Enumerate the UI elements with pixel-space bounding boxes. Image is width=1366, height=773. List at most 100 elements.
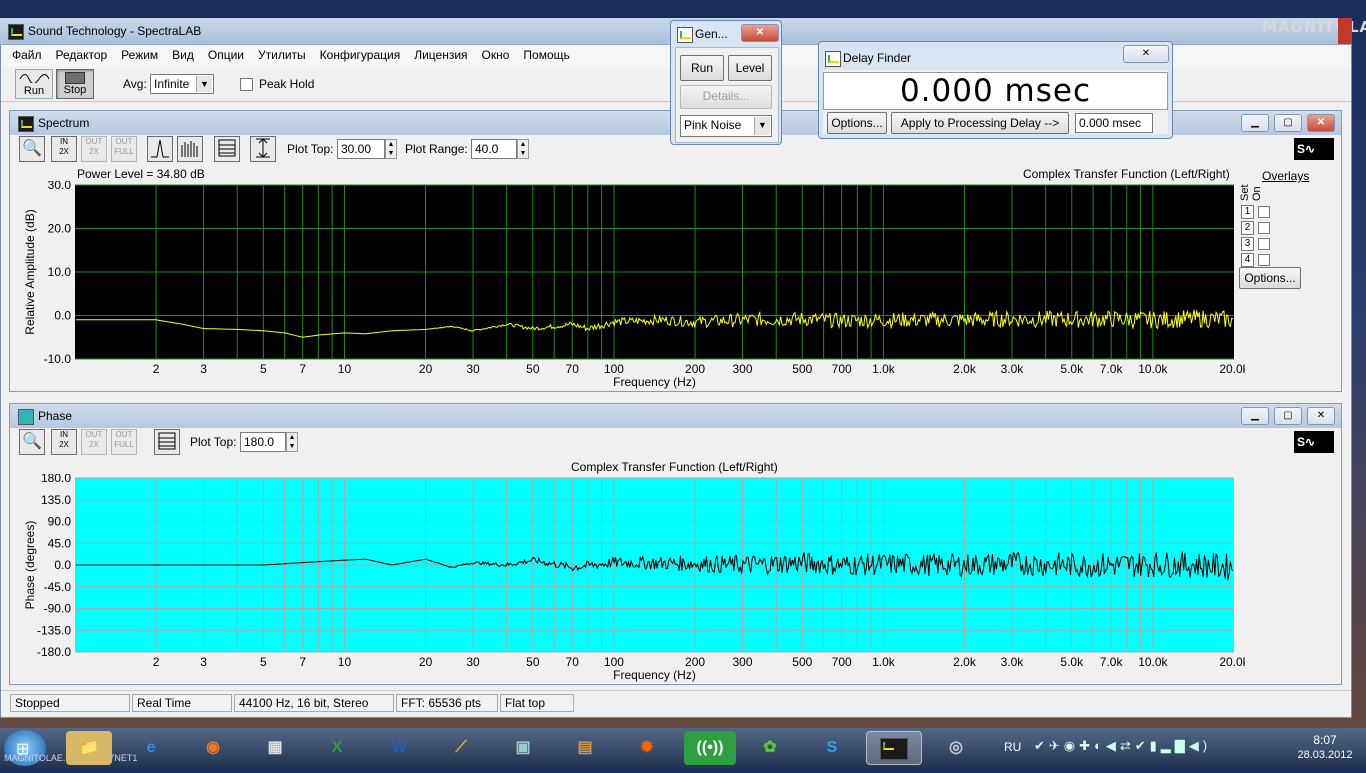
overlay-on-checkbox[interactable] — [1258, 222, 1270, 234]
maximize-button[interactable]: ▢ — [1274, 407, 1302, 425]
zoom-in-2x-button[interactable]: IN 2X — [51, 136, 77, 162]
explorer-taskbar-icon[interactable]: 📁 — [66, 731, 112, 765]
bar-plot-button[interactable] — [177, 136, 203, 162]
spectrum-title: Spectrum — [38, 116, 90, 130]
delay-finder-title: Delay Finder — [843, 51, 912, 65]
menu-item[interactable]: Редактор — [49, 45, 115, 65]
overlay-on-checkbox[interactable] — [1258, 254, 1270, 266]
apply-delay-button[interactable]: Apply to Processing Delay --> — [891, 112, 1069, 134]
tray-icons[interactable]: ✔✈◉✚◐◀⇄✔▮▂▇◀) — [1034, 738, 1254, 758]
x-tick-label: 2 — [153, 362, 160, 376]
y-tick-label: 10.0 — [48, 265, 72, 279]
x-tick-label: 3 — [200, 362, 207, 376]
delay-value-field[interactable]: 0.000 msec — [1075, 113, 1153, 133]
close-button[interactable]: ✕ — [1123, 45, 1169, 63]
menu-item[interactable]: Конфигурация — [313, 45, 408, 65]
phase-window: Phase ▁ ▢ ✕ 🔍 IN 2X OUT 2X OUT FULL Plot To… — [9, 403, 1342, 685]
chevron-down-icon: ▼ — [196, 76, 212, 92]
close-button[interactable]: ✕ — [741, 24, 779, 42]
fire-taskbar-icon[interactable]: ✹ — [624, 731, 670, 765]
overlays-label: Overlays — [1262, 169, 1310, 183]
firefox-taskbar-icon[interactable]: ◉ — [190, 731, 236, 765]
network-taskbar-icon[interactable]: ((•)) — [684, 731, 736, 765]
overlay-on-checkbox[interactable] — [1258, 238, 1270, 250]
plot-top-input[interactable]: 180.0 — [240, 432, 286, 452]
spectralab-taskbar-icon[interactable] — [866, 731, 922, 765]
clock-date[interactable]: 28.03.2012 — [1294, 749, 1356, 761]
menu-item[interactable]: Файл — [5, 45, 49, 65]
close-button[interactable]: ✕ — [1307, 407, 1335, 425]
menu-item[interactable]: Лицензия — [407, 45, 474, 65]
plot-range-input[interactable]: 40.0 — [471, 139, 517, 159]
plot-range-spinner[interactable]: ▲ ▼ — [517, 139, 529, 159]
overlay-set-button[interactable]: 3 — [1241, 237, 1254, 251]
generator-run-button[interactable]: Run — [680, 55, 724, 81]
generator-signal-select[interactable]: Pink Noise ▼ — [680, 115, 772, 137]
calculator-taskbar-icon[interactable]: ▦ — [252, 731, 298, 765]
plot-top-spinner[interactable]: ▲ ▼ — [286, 432, 298, 452]
taskbar: ⊞ MAGNITOLAE.OT.OI.RU17NET1 📁 e ◉ ▦ X W … — [0, 728, 1366, 768]
overlay-set-button[interactable]: 4 — [1241, 253, 1254, 267]
table-view-button[interactable] — [154, 429, 180, 455]
word-taskbar-icon[interactable]: W — [376, 731, 422, 765]
ie-taskbar-icon[interactable]: e — [128, 731, 174, 765]
x-tick-label: 7.0k — [1100, 362, 1124, 376]
maximize-button[interactable]: ▢ — [1274, 114, 1302, 132]
zoom-button[interactable]: 🔍 — [19, 136, 45, 162]
peak-hold-checkbox[interactable] — [240, 78, 253, 91]
icq-taskbar-icon[interactable]: ✿ — [744, 731, 796, 765]
zoom-in-2x-icon: IN 2X — [59, 430, 69, 449]
overlay-set-button[interactable]: 2 — [1241, 221, 1254, 235]
speaker-app-taskbar-icon[interactable]: ◎ — [930, 731, 982, 765]
generator-details-button[interactable]: Details... — [680, 85, 772, 109]
close-button[interactable]: ✕ — [1307, 114, 1335, 132]
plot-top-spinner[interactable]: ▲ ▼ — [385, 139, 397, 159]
menu-item[interactable]: Опции — [201, 45, 251, 65]
close-strip[interactable] — [1338, 18, 1352, 44]
menu-item[interactable]: Утилиты — [251, 45, 313, 65]
clock-time[interactable]: 8:07 — [1300, 733, 1350, 747]
x-tick-label: 10 — [338, 655, 352, 669]
skype-taskbar-icon[interactable]: S — [806, 731, 858, 765]
menu-item[interactable]: Окно — [475, 45, 517, 65]
autoscale-button[interactable] — [250, 136, 276, 162]
overlay-options-button[interactable]: Options... — [1239, 267, 1301, 289]
run-button[interactable]: Run — [15, 69, 53, 99]
y-tick-label: -135.0 — [37, 623, 71, 637]
x-tick-label: 3 — [200, 655, 207, 669]
language-indicator[interactable]: RU — [1004, 740, 1021, 754]
plot-top-input[interactable]: 30.00 — [337, 139, 385, 159]
menu-item[interactable]: Режим — [114, 45, 165, 65]
line-plot-button[interactable] — [147, 136, 173, 162]
spectrum-chart[interactable]: 30.0 20.0 10.0 0.0 -10.0 2 3 5 7 10 20 30 50 70 100 200… — [10, 181, 1245, 391]
table-view-button[interactable] — [214, 136, 240, 162]
zoom-out-2x-button[interactable]: OUT 2X — [81, 136, 107, 162]
zoom-in-2x-button[interactable]: IN 2X — [51, 429, 77, 455]
phase-title-bar[interactable]: Phase ▁ ▢ ✕ — [10, 404, 1341, 428]
avg-select[interactable]: Infinite ▼ — [150, 74, 214, 94]
app-taskbar-icon[interactable]: ⟋ — [438, 731, 484, 765]
menu-item[interactable]: Помощь — [516, 45, 576, 65]
table-icon — [158, 432, 176, 450]
y-tick-label: 45.0 — [48, 536, 72, 550]
menu-item[interactable]: Вид — [165, 45, 201, 65]
minimize-button[interactable]: ▁ — [1241, 407, 1269, 425]
minimize-button[interactable]: ▁ — [1241, 114, 1269, 132]
overlay-set-button[interactable]: 1 — [1241, 205, 1254, 219]
x-tick-label: 5.0k — [1060, 655, 1084, 669]
x-tick-label: 500 — [792, 655, 812, 669]
generator-level-button[interactable]: Level — [728, 55, 772, 81]
delay-options-button[interactable]: Options... — [827, 112, 887, 134]
phase-chart[interactable]: 180.0 135.0 90.0 45.0 0.0 -45.0 -90.0 -135.0 -18… — [10, 474, 1245, 684]
avg-label: Avg: — [123, 77, 147, 91]
excel-taskbar-icon[interactable]: X — [314, 731, 360, 765]
kmplayer-taskbar-icon[interactable]: ▣ — [500, 731, 546, 765]
zoom-full-button[interactable]: OUT FULL — [111, 136, 137, 162]
overlay-on-checkbox[interactable] — [1258, 206, 1270, 218]
zoom-button[interactable]: 🔍 — [19, 429, 45, 455]
stop-button[interactable]: Stop — [56, 69, 94, 99]
archive-taskbar-icon[interactable]: ▤ — [562, 731, 608, 765]
zoom-in-2x-icon: IN 2X — [59, 137, 69, 156]
zoom-full-button[interactable]: OUT FULL — [111, 429, 137, 455]
zoom-out-2x-button[interactable]: OUT 2X — [81, 429, 107, 455]
